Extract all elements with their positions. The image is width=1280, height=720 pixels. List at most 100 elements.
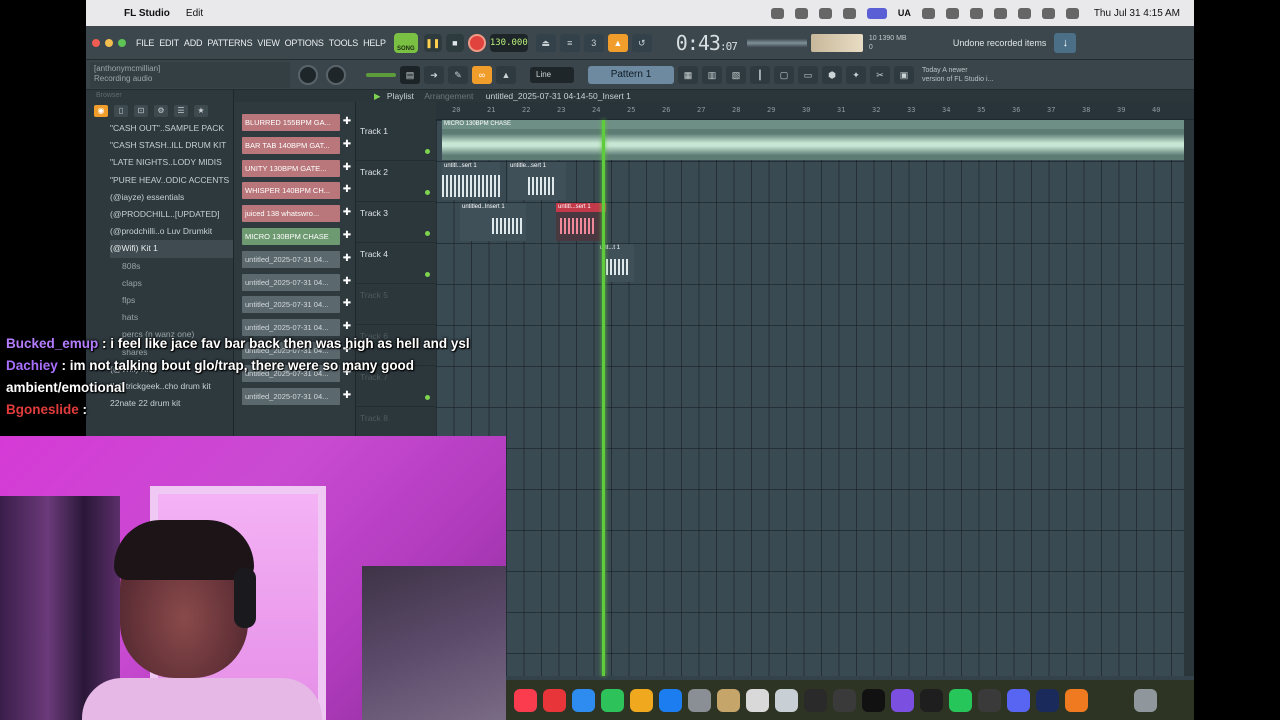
chrome-icon[interactable] bbox=[978, 688, 1001, 712]
metronome-icon[interactable]: ⏏ bbox=[535, 33, 556, 52]
picker-item[interactable]: juiced 138 whatswro... bbox=[242, 205, 340, 223]
browser-item[interactable]: "LATE NIGHTS..LODY MIDIS bbox=[110, 154, 233, 171]
menu-add[interactable]: ADD bbox=[184, 38, 203, 48]
picker-add-icon[interactable]: ✚ bbox=[342, 139, 352, 151]
audio-clip-t2a[interactable]: untitl...sert 1 bbox=[442, 162, 500, 200]
picker-item[interactable]: WHISPER 140BPM CH... bbox=[242, 182, 340, 200]
safari-icon[interactable] bbox=[775, 688, 798, 712]
bridge-icon[interactable] bbox=[891, 688, 914, 712]
audio-clip-t3a[interactable]: untitled..Insert 1 bbox=[460, 203, 526, 241]
track-mute-led[interactable] bbox=[425, 231, 430, 236]
status-icon-2[interactable] bbox=[794, 7, 808, 19]
status-icon-4[interactable] bbox=[842, 7, 856, 19]
picker-add-icon[interactable]: ✚ bbox=[342, 298, 352, 310]
browser-item[interactable]: claps bbox=[110, 275, 233, 292]
apple-icon[interactable] bbox=[100, 6, 114, 20]
browser-item[interactable]: flps bbox=[110, 292, 233, 309]
browser-icon[interactable]: ▢ bbox=[774, 65, 794, 84]
app-store-icon[interactable] bbox=[572, 688, 595, 712]
menu-file[interactable]: FILE bbox=[136, 38, 154, 48]
picker-item[interactable]: untitled_2025-07-31 04... bbox=[242, 250, 340, 268]
discord-icon[interactable] bbox=[1007, 688, 1030, 712]
playlist-scrollbar[interactable] bbox=[1184, 120, 1194, 676]
wifi-icon[interactable] bbox=[1017, 7, 1031, 19]
playhead[interactable] bbox=[602, 120, 605, 676]
wait-input-icon[interactable]: ≡ bbox=[559, 33, 580, 52]
control-center-icon[interactable] bbox=[1065, 7, 1079, 19]
file-icon[interactable]: ▭ bbox=[798, 65, 818, 84]
stamp-icon[interactable]: ▲ bbox=[496, 65, 516, 84]
picker-add-icon[interactable]: ✚ bbox=[342, 207, 352, 219]
track-header[interactable]: Track 5 bbox=[356, 284, 436, 325]
timeline-ruler[interactable]: 20 21 22 23 24 25 26 27 28 29 30 31 32 33 34 35 36 37 38 39… bbox=[436, 102, 1194, 120]
menu-edit-fl[interactable]: EDIT bbox=[159, 38, 179, 48]
picker-item[interactable]: BLURRED 155BPM GA... bbox=[242, 114, 340, 131]
track-header[interactable]: Track 1 bbox=[356, 120, 436, 161]
wrench-icon[interactable]: ✦ bbox=[846, 65, 866, 84]
master-slider[interactable] bbox=[366, 72, 396, 77]
browser-item[interactable]: (@iayze) essentials bbox=[110, 189, 233, 206]
countdown-icon[interactable]: 3 bbox=[583, 33, 604, 52]
picker-item[interactable]: BAR TAB 140BPM GAT... bbox=[242, 136, 340, 154]
audio-clip-micro[interactable]: MICRO 130BPM CHASE bbox=[442, 120, 1184, 160]
browser-item[interactable]: "CASH OUT"..SAMPLE PACK bbox=[110, 120, 233, 137]
plugin-icon[interactable]: ⬢ bbox=[822, 65, 842, 84]
song-mode-button[interactable]: SONG bbox=[393, 32, 418, 53]
chat-username[interactable]: Bucked_emup bbox=[6, 336, 98, 351]
track-mute-led[interactable] bbox=[425, 149, 430, 154]
xcode-icon[interactable] bbox=[659, 688, 682, 712]
download-icon[interactable]: ↓ bbox=[1054, 32, 1077, 53]
terminal-icon[interactable] bbox=[804, 688, 827, 712]
menu-options[interactable]: OPTIONS bbox=[285, 38, 324, 48]
close-window-icon[interactable] bbox=[92, 38, 100, 47]
arrow-icon[interactable]: ➜ bbox=[424, 65, 444, 84]
settings-icon[interactable] bbox=[688, 688, 711, 712]
status-icon-3[interactable] bbox=[818, 7, 832, 19]
fl-studio-icon[interactable] bbox=[1065, 688, 1088, 712]
store-icon[interactable]: ▣ bbox=[894, 65, 914, 84]
snap-select[interactable]: Line bbox=[530, 66, 574, 83]
link-icon[interactable]: ∞ bbox=[472, 65, 492, 84]
step-edit-icon[interactable]: ▲ bbox=[607, 33, 628, 52]
chat-username[interactable]: Dachiey bbox=[6, 358, 58, 373]
numbers-icon[interactable] bbox=[601, 688, 624, 712]
menu-tools[interactable]: TOOLS bbox=[329, 38, 359, 48]
pattern-select[interactable]: Pattern 1 bbox=[588, 65, 674, 84]
news-panel[interactable]: Today A newer version of FL Studio i... bbox=[922, 66, 1002, 84]
menu-edit[interactable]: Edit bbox=[186, 8, 203, 19]
channel-rack-icon[interactable]: ▧ bbox=[726, 65, 746, 84]
master-pitch-knob[interactable] bbox=[326, 64, 346, 85]
picker-item[interactable]: MICRO 130BPM CHASE bbox=[242, 228, 340, 245]
mixer-icon[interactable]: ┃ bbox=[750, 65, 770, 84]
picker-add-icon[interactable]: ✚ bbox=[342, 276, 352, 288]
preview-icon[interactable] bbox=[746, 688, 769, 712]
picker-add-icon[interactable]: ✚ bbox=[342, 321, 352, 333]
track-header[interactable]: Track 2 bbox=[356, 161, 436, 202]
chat-username[interactable]: Bgoneslide bbox=[6, 402, 79, 417]
news-icon[interactable] bbox=[543, 688, 566, 712]
status-icon-1[interactable] bbox=[770, 7, 784, 19]
master-volume-knob[interactable] bbox=[298, 64, 318, 85]
photoshop-icon[interactable] bbox=[1036, 688, 1059, 712]
music-icon[interactable] bbox=[514, 688, 537, 712]
picker-item[interactable]: UNITY 130BPM GATE... bbox=[242, 159, 340, 177]
browser-item[interactable]: (@Wifi) Kit 1 bbox=[110, 240, 233, 258]
browser-item[interactable]: "PURE HEAV..ODIC ACCENTS bbox=[110, 172, 233, 189]
browser-star-icon[interactable]: ★ bbox=[194, 105, 208, 117]
status-icon-8[interactable] bbox=[969, 7, 983, 19]
browser-item[interactable]: (@prodchilli..o Luv Drumkit bbox=[110, 223, 233, 240]
status-icon-7[interactable] bbox=[945, 7, 959, 19]
battery-icon[interactable] bbox=[993, 7, 1007, 19]
ua-icon[interactable]: UA bbox=[898, 8, 911, 18]
pencil-icon[interactable]: ✎ bbox=[448, 65, 468, 84]
browser-item[interactable]: hats bbox=[110, 309, 233, 326]
playlist-play-icon[interactable]: ▶ bbox=[374, 91, 381, 101]
browser-search-icon[interactable]: ☰ bbox=[174, 105, 188, 117]
status-icon-6[interactable] bbox=[921, 7, 935, 19]
piano-roll-icon[interactable]: ▥ bbox=[702, 65, 722, 84]
zoom-window-icon[interactable] bbox=[118, 38, 126, 47]
view-playlist-icon[interactable]: ▤ bbox=[400, 65, 420, 84]
pause-button[interactable]: ❚❚ bbox=[423, 33, 442, 52]
status-icon-5[interactable] bbox=[866, 7, 887, 19]
logic-icon[interactable] bbox=[833, 688, 856, 712]
